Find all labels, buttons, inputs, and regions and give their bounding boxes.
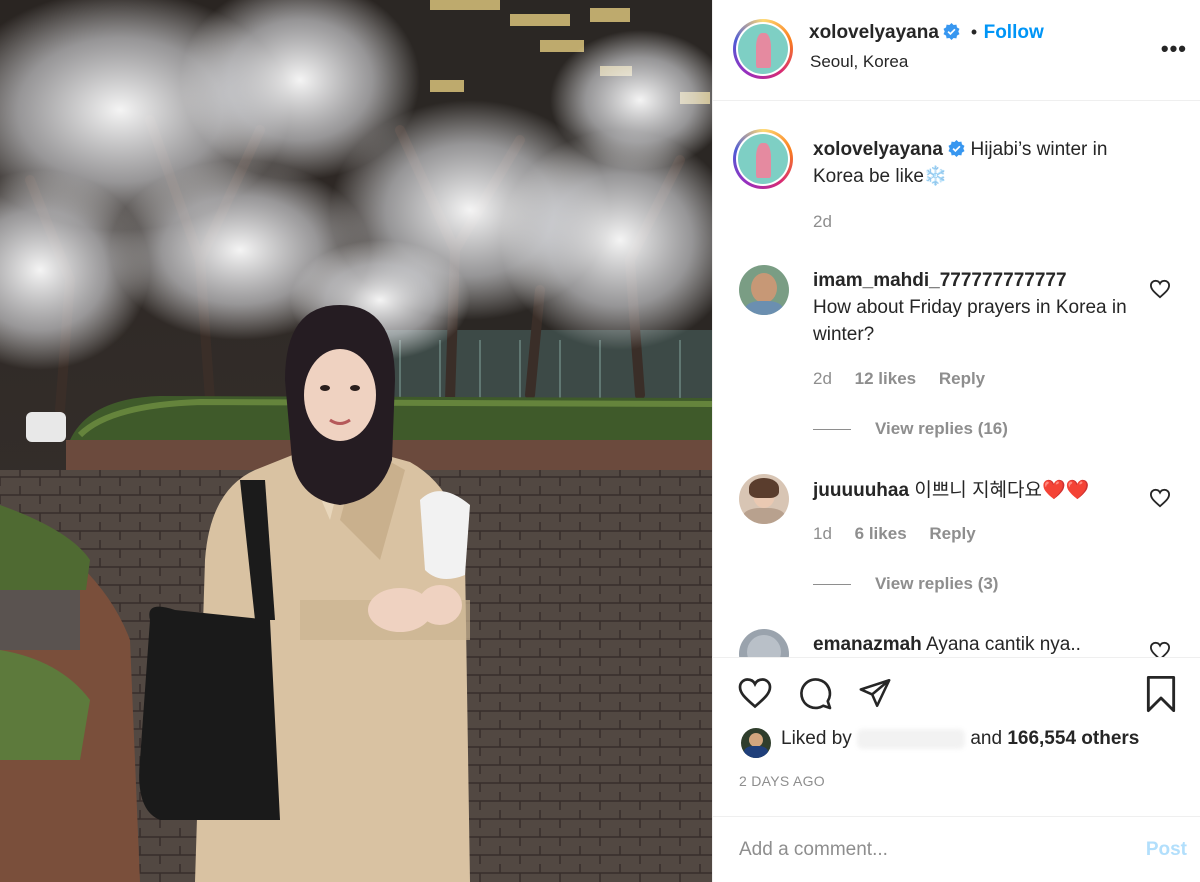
follow-button[interactable]: Follow [984,22,1044,43]
caption-meta: 2d [813,212,850,232]
comment-like-heart-icon[interactable] [1149,641,1171,657]
comment-age[interactable]: 2d [813,369,832,388]
heart-icon[interactable] [737,676,773,710]
comment-text: 이쁘니 지혜다요❤️❤️ [914,480,1090,501]
verified-icon [943,23,960,40]
bookmark-icon[interactable] [1145,675,1177,713]
comment-body: imam_mahdi_777777777777 How about Friday… [813,267,1143,348]
comment-meta: 1d 6 likes Reply [813,524,994,544]
caption-age[interactable]: 2d [813,212,832,231]
separator-dot: • [970,22,978,42]
liked-by-and: and [970,728,1003,749]
view-replies-button[interactable]: View replies (3) [813,574,998,594]
post-photo[interactable] [0,0,712,882]
blurred-username[interactable] [857,728,966,749]
comment-text: How about Friday prayers in Korea in win… [813,297,1127,345]
caption: xolovelyayana Hijabi’s winter in Korea b… [813,136,1153,190]
add-comment-bar: Add a comment... Post [713,816,1200,882]
post-date[interactable]: 2 DAYS AGO [739,773,825,789]
post-image [0,0,712,882]
comment-likes[interactable]: 6 likes [855,524,907,543]
share-icon[interactable] [857,676,893,710]
comment-username[interactable]: imam_mahdi_777777777777 [813,270,1067,291]
reply-button[interactable]: Reply [929,524,975,543]
view-replies-button[interactable]: View replies (16) [813,419,1008,439]
comment-body: juuuuuhaa 이쁘니 지혜다요❤️❤️ [813,477,1143,504]
comments-list[interactable]: xolovelyayana Hijabi’s winter in Korea b… [713,101,1200,657]
caption-username[interactable]: xolovelyayana [813,139,943,160]
comment-like-heart-icon[interactable] [1149,279,1171,299]
comment-username[interactable]: emanazmah [813,634,922,655]
post-header: xolovelyayana • Follow Seoul, Korea ••• [713,0,1200,101]
comment-text: Ayana cantik nya.. [926,634,1081,655]
likes-count[interactable]: 166,554 others [1007,728,1139,749]
comment-avatar[interactable] [739,629,789,657]
comment-body: emanazmah Ayana cantik nya.. [813,631,1143,657]
more-options-icon[interactable]: ••• [1161,36,1187,62]
liked-by-label: Liked by [781,728,852,749]
comment-icon[interactable] [797,675,833,711]
comment-meta: 2d 12 likes Reply [813,369,1003,389]
comment-like-heart-icon[interactable] [1149,488,1171,508]
post-location[interactable]: Seoul, Korea [810,52,908,72]
author-username[interactable]: xolovelyayana [809,22,939,43]
add-comment-input[interactable]: Add a comment... [739,839,888,861]
comment-likes[interactable]: 12 likes [855,369,916,388]
verified-icon [948,140,965,157]
caption-avatar[interactable] [733,129,793,189]
author-avatar[interactable] [733,19,793,79]
post-actions: Liked by and 166,554 others 2 DAYS AGO A… [713,657,1200,882]
comment-age[interactable]: 1d [813,524,832,543]
likes-summary: Liked by and 166,554 others [781,728,1139,750]
comment-avatar[interactable] [739,265,789,315]
reply-button[interactable]: Reply [939,369,985,388]
liker-avatar[interactable] [741,728,771,758]
comment-username[interactable]: juuuuuhaa [813,480,909,501]
post-comment-button[interactable]: Post [1146,839,1187,861]
comment-avatar[interactable] [739,474,789,524]
post-details-panel: xolovelyayana • Follow Seoul, Korea ••• … [712,0,1200,882]
header-title-row: xolovelyayana • Follow [809,22,1044,44]
